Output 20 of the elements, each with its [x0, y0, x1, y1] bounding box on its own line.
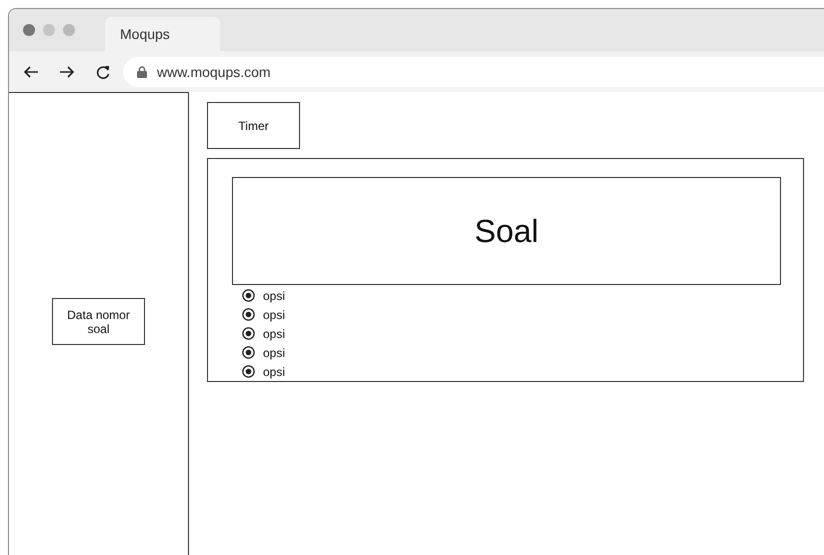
option-label: opsi — [263, 326, 286, 340]
radio-button[interactable] — [242, 327, 255, 340]
radio-button[interactable] — [242, 346, 255, 359]
radio-button[interactable] — [242, 289, 255, 302]
window-controls-icon[interactable] — [23, 24, 75, 36]
back-icon[interactable] — [23, 64, 39, 80]
option-label: opsi — [263, 364, 286, 378]
timer-box: Timer — [207, 102, 300, 149]
forward-icon[interactable] — [59, 64, 75, 80]
radio-button[interactable] — [242, 308, 255, 321]
address-bar[interactable]: www.moqups.com — [123, 56, 824, 86]
question-number-box: Data nomor soal — [52, 298, 145, 345]
option-label: opsi — [263, 346, 286, 360]
option-label: opsi — [263, 288, 286, 302]
radio-button[interactable] — [242, 365, 255, 378]
reload-icon[interactable] — [95, 64, 111, 80]
question-text-box: Soal — [232, 177, 781, 285]
browser-tab[interactable]: Moqups — [105, 17, 220, 51]
lock-icon — [137, 66, 147, 78]
option-label: opsi — [263, 308, 286, 322]
